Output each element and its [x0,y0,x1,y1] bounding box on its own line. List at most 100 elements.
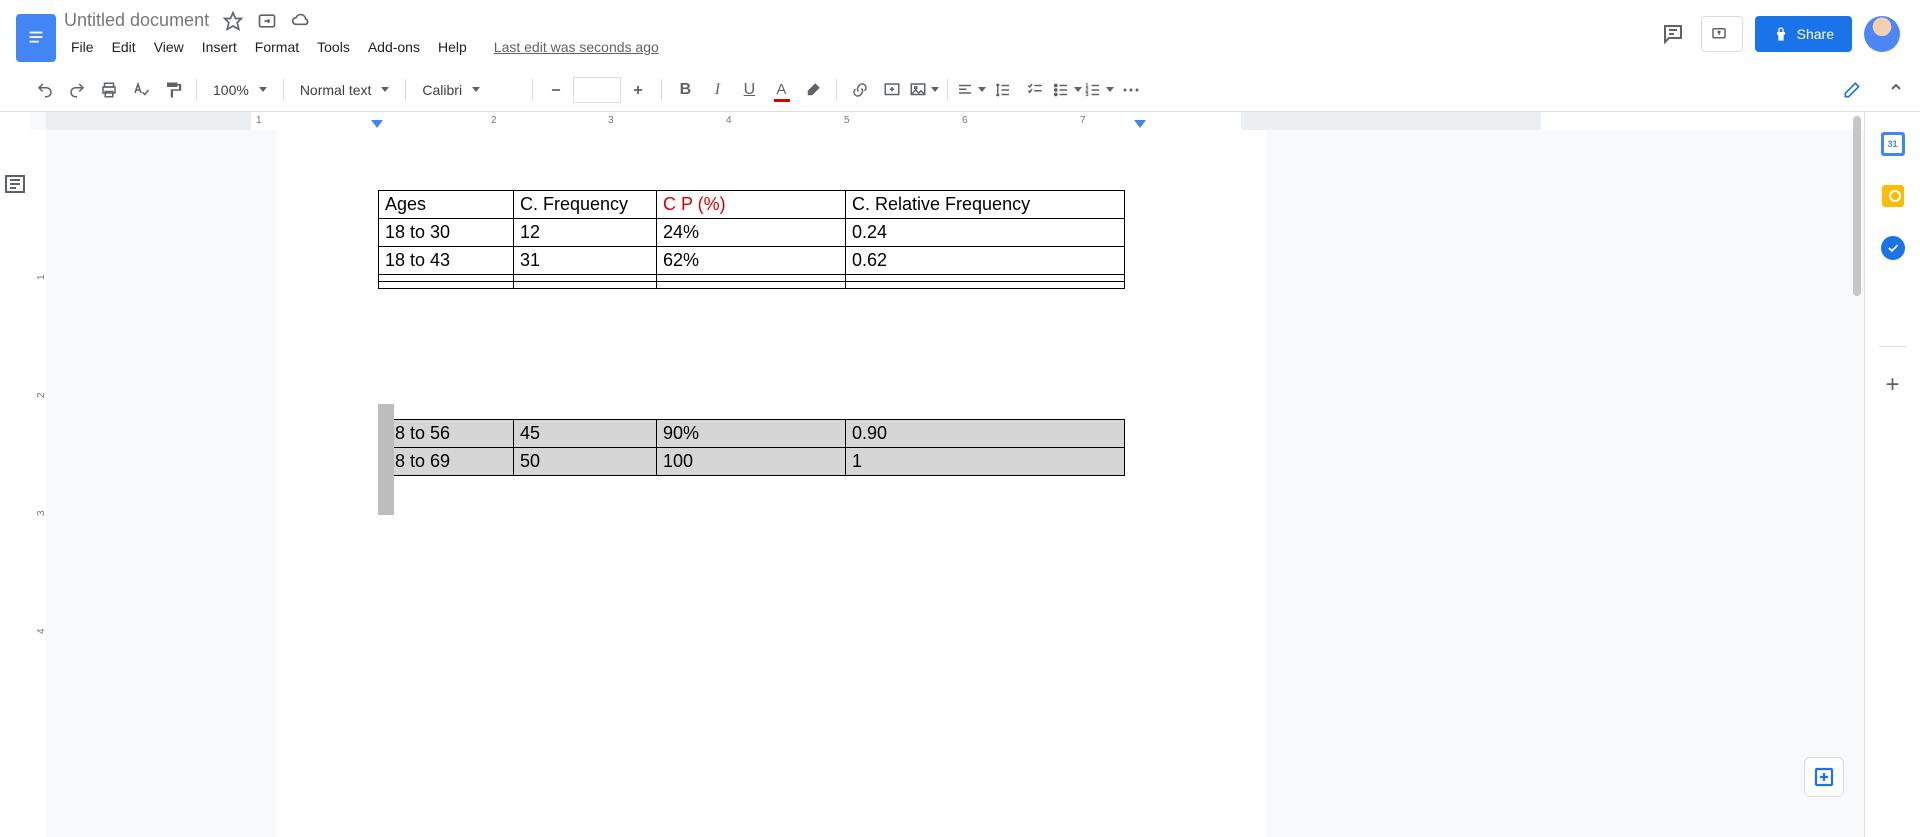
bold-button[interactable]: B [670,75,700,105]
table-cell[interactable] [514,275,657,282]
menu-addons[interactable]: Add-ons [361,35,427,59]
share-button[interactable]: Share [1755,16,1852,52]
line-spacing-button[interactable] [988,75,1018,105]
table-header[interactable]: C. Relative Frequency [846,191,1125,219]
table-cell[interactable]: 18 to 56 [379,420,514,448]
table-cell[interactable]: 18 to 69 [379,448,514,476]
table-row[interactable]: 18 to 56 45 90% 0.90 [379,420,1125,448]
table-cell[interactable]: 12 [514,219,657,247]
table-row[interactable]: 18 to 69 50 100 1 [379,448,1125,476]
move-folder-icon[interactable] [257,11,277,31]
table-cell[interactable]: 0.24 [846,219,1125,247]
table-row[interactable] [379,275,1125,282]
insert-image-button[interactable] [909,75,939,105]
vertical-scrollbar[interactable] [1850,112,1862,837]
bulleted-list-button[interactable] [1052,75,1082,105]
last-edit-link[interactable]: Last edit was seconds ago [494,39,659,55]
table-cell[interactable]: 24% [657,219,846,247]
table-cell[interactable]: 90% [657,420,846,448]
undo-button[interactable] [30,75,60,105]
print-button[interactable] [94,75,124,105]
document-canvas[interactable]: 1 2 3 4 1 2 3 4 5 6 7 [30,112,1864,837]
align-button[interactable] [956,75,986,105]
selection-handle[interactable] [378,419,394,481]
font-size-decrease-button[interactable] [541,75,571,105]
document-title[interactable]: Untitled document [64,10,209,31]
table-cell[interactable]: 31 [514,247,657,275]
frequency-table-1[interactable]: Ages C. Frequency C P (%) C. Relative Fr… [378,190,1125,289]
table-row[interactable]: Ages C. Frequency C P (%) C. Relative Fr… [379,191,1125,219]
table-cell[interactable]: 18 to 43 [379,247,514,275]
table-cell[interactable] [846,282,1125,289]
highlight-color-button[interactable] [798,75,828,105]
account-avatar[interactable] [1864,16,1900,52]
table-cell[interactable] [657,275,846,282]
menu-view[interactable]: View [147,35,191,59]
paint-format-button[interactable] [158,75,188,105]
present-button[interactable] [1701,16,1743,52]
table-row[interactable]: 18 to 43 31 62% 0.62 [379,247,1125,275]
table-row[interactable] [379,282,1125,289]
italic-button[interactable]: I [702,75,732,105]
cloud-status-icon[interactable] [291,11,311,31]
checklist-button[interactable] [1020,75,1050,105]
selection-handle[interactable] [378,481,394,515]
right-indent-marker-icon[interactable] [1134,120,1146,128]
tasks-addon-button[interactable] [1879,234,1907,262]
paragraph-style-dropdown[interactable]: Normal text [292,75,398,105]
menu-format[interactable]: Format [248,35,306,59]
table-cell[interactable]: 45 [514,420,657,448]
table-header[interactable]: C P (%) [657,191,846,219]
table-cell[interactable]: 50 [514,448,657,476]
add-comment-button[interactable] [877,75,907,105]
indent-marker-icon[interactable] [371,120,383,128]
text-color-button[interactable]: A [766,75,796,105]
frequency-table-2-selected[interactable]: 18 to 56 45 90% 0.90 18 to 69 50 100 1 [378,419,1125,476]
insert-link-button[interactable] [845,75,875,105]
menu-tools[interactable]: Tools [310,35,357,59]
table-cell[interactable] [379,275,514,282]
vertical-ruler[interactable]: 1 2 3 4 [30,130,46,837]
menu-file[interactable]: File [64,35,101,59]
table-cell[interactable]: 1 [846,448,1125,476]
table-header[interactable]: C. Frequency [514,191,657,219]
numbered-list-button[interactable]: 123 [1084,75,1114,105]
table-header[interactable]: Ages [379,191,514,219]
table-cell[interactable]: 100 [657,448,846,476]
page-content[interactable]: Ages C. Frequency C P (%) C. Relative Fr… [378,130,1266,476]
table-row[interactable]: 18 to 30 12 24% 0.24 [379,219,1125,247]
table-cell[interactable] [657,282,846,289]
font-size-input[interactable] [573,77,621,103]
horizontal-ruler[interactable]: 1 2 3 4 5 6 7 [46,112,1864,130]
spellcheck-button[interactable] [126,75,156,105]
open-comments-button[interactable] [1657,18,1689,50]
scrollbar-thumb[interactable] [1853,116,1861,296]
table-cell[interactable] [846,275,1125,282]
font-family-dropdown[interactable]: Calibri [414,75,524,105]
table-cell[interactable]: 0.62 [846,247,1125,275]
table-cell[interactable]: 18 to 30 [379,219,514,247]
redo-button[interactable] [62,75,92,105]
calendar-addon-button[interactable] [1879,130,1907,158]
menu-help[interactable]: Help [431,35,474,59]
font-size-increase-button[interactable] [623,75,653,105]
menu-edit[interactable]: Edit [105,35,143,59]
table-cell[interactable]: 0.90 [846,420,1125,448]
table-cell[interactable]: 62% [657,247,846,275]
explore-button[interactable] [1804,757,1844,797]
table-cell[interactable] [514,282,657,289]
star-icon[interactable] [223,11,243,31]
separator [947,79,948,101]
keep-addon-button[interactable] [1879,182,1907,210]
more-tools-button[interactable] [1116,75,1146,105]
editing-mode-button[interactable] [1832,77,1878,103]
get-addons-button[interactable]: + [1879,371,1907,399]
table-cell[interactable] [379,282,514,289]
menu-insert[interactable]: Insert [195,35,244,59]
underline-button[interactable]: U [734,75,764,105]
collapse-toolbar-button[interactable] [1888,79,1904,100]
header-right: Share [1657,8,1904,52]
zoom-dropdown[interactable]: 100% [205,75,275,105]
docs-logo-icon[interactable] [16,14,56,62]
show-outline-button[interactable] [3,172,27,196]
